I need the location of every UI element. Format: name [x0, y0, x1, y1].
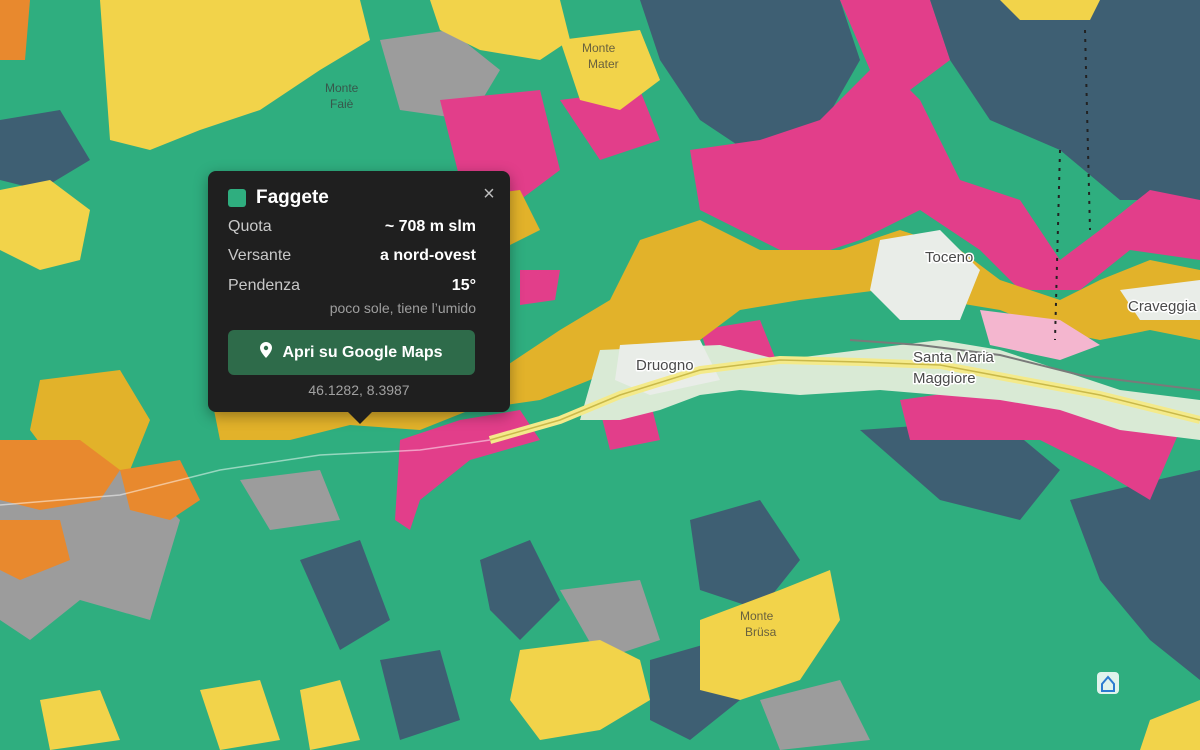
peak-label: Monte — [325, 81, 359, 95]
place-label-druogno: Druogno — [636, 357, 694, 374]
open-google-maps-button[interactable]: Apri su Google Maps — [228, 330, 475, 375]
home-marker-icon[interactable] — [1097, 672, 1119, 694]
pendenza-label: Pendenza — [228, 277, 301, 294]
pendenza-row: Pendenza 15° — [228, 277, 476, 295]
map-pin-icon — [260, 342, 273, 363]
location-popup: Faggete × Quota ~ 708 m slm Versante a n… — [208, 171, 510, 424]
quota-value: ~ 708 m slm — [384, 218, 476, 235]
coordinates-text: 46.1282, 8.3987 — [308, 382, 410, 398]
exposure-note: poco sole, tiene l’umido — [329, 300, 476, 316]
pendenza-value: 15° — [451, 277, 476, 294]
peak-label: Monte — [582, 41, 616, 55]
close-icon[interactable]: × — [480, 184, 498, 204]
popup-pointer — [348, 412, 372, 424]
place-label-toceno: Toceno — [925, 249, 973, 266]
versante-row: Versante a nord-ovest — [228, 247, 476, 265]
versante-value: a nord-ovest — [379, 247, 476, 264]
place-label-maggiore: Maggiore — [913, 370, 976, 387]
open-google-maps-label: Apri su Google Maps — [282, 343, 443, 361]
forest-type-map[interactable]: Druogno Santa Maria Maggiore Toceno Crav… — [0, 0, 1200, 750]
place-label-craveggia: Craveggia — [1128, 298, 1197, 315]
versante-label: Versante — [228, 247, 292, 264]
forest-type-swatch — [228, 189, 246, 207]
place-label-santa-maria: Santa Maria — [913, 349, 995, 366]
popup-header: Faggete — [228, 187, 329, 209]
quota-row: Quota ~ 708 m slm — [228, 218, 476, 236]
peak-label: Mater — [588, 57, 619, 71]
peak-label: Faiè — [330, 97, 354, 111]
quota-label: Quota — [228, 218, 272, 235]
peak-label: Monte — [740, 609, 774, 623]
popup-title: Faggete — [256, 187, 329, 208]
peak-label: Brüsa — [745, 625, 777, 639]
